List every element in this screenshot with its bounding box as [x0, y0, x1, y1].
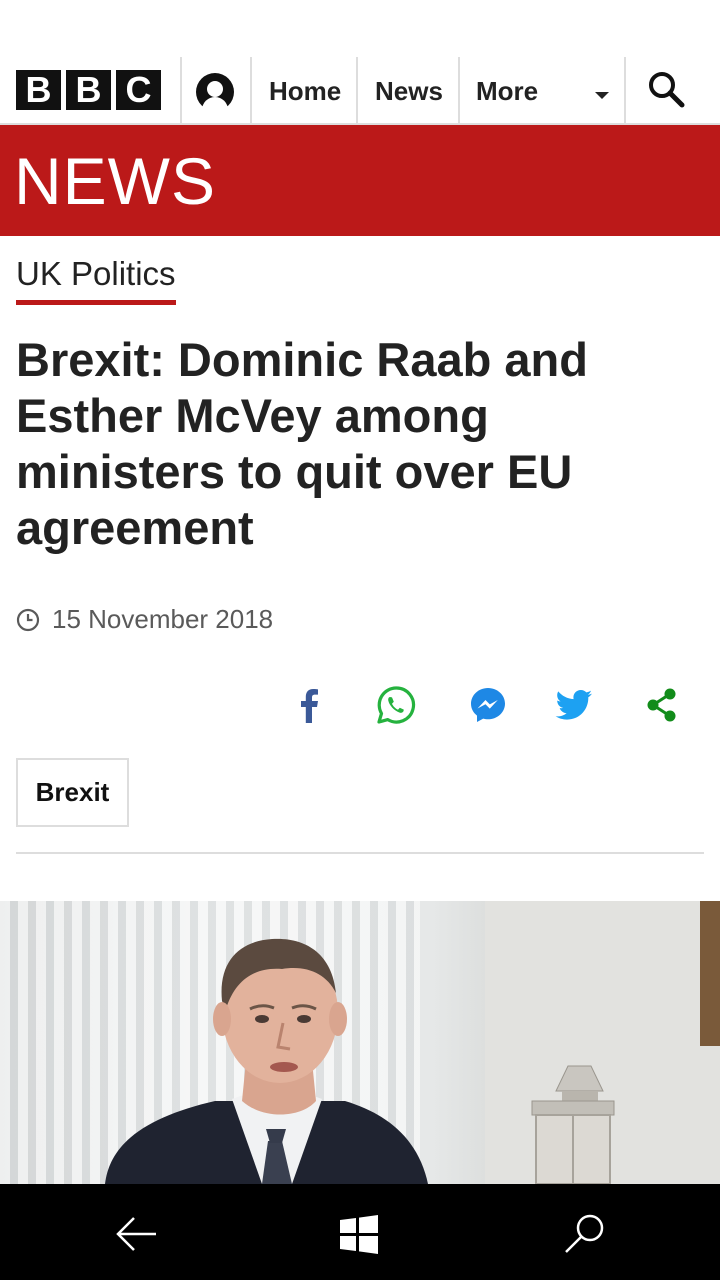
nav-divider	[458, 57, 460, 123]
clock-icon	[16, 608, 40, 631]
nav-news-link[interactable]: News	[375, 57, 443, 123]
nav-divider	[624, 57, 626, 123]
news-banner: NEWS	[0, 125, 720, 236]
article-headline: Brexit: Dominic Raab and Esther McVey am…	[16, 333, 588, 554]
top-navigation: B B C Home News More	[0, 57, 720, 125]
nav-home-link[interactable]: Home	[269, 57, 341, 123]
share-icon[interactable]	[642, 685, 682, 725]
messenger-icon[interactable]	[468, 685, 508, 725]
bbc-logo[interactable]: B B C	[16, 70, 161, 110]
bbc-logo-block: B	[66, 70, 111, 110]
news-banner-title[interactable]: NEWS	[14, 143, 216, 219]
nav-divider	[356, 57, 358, 123]
topic-tag-button[interactable]: Brexit	[16, 758, 129, 827]
search-icon[interactable]	[646, 69, 686, 109]
chevron-down-icon[interactable]	[595, 92, 609, 99]
article-photo	[0, 901, 720, 1184]
article-date: 15 November 2018	[16, 604, 273, 635]
account-icon-head	[207, 81, 223, 97]
nav-divider	[180, 57, 182, 123]
nav-divider	[250, 57, 252, 123]
photo-subject	[105, 938, 615, 1184]
twitter-icon[interactable]	[554, 685, 594, 725]
search-icon[interactable]	[562, 1212, 606, 1256]
section-link[interactable]: UK Politics	[16, 254, 176, 305]
account-icon-body	[202, 97, 228, 111]
account-icon[interactable]	[196, 73, 234, 111]
back-arrow-icon[interactable]	[114, 1212, 158, 1256]
bbc-logo-block: C	[116, 70, 161, 110]
system-navigation-bar	[0, 1184, 720, 1280]
article-date-text: 15 November 2018	[52, 604, 274, 634]
whatsapp-icon[interactable]	[376, 685, 416, 725]
windows-icon[interactable]	[337, 1212, 381, 1256]
facebook-icon[interactable]	[289, 685, 329, 725]
divider	[16, 852, 704, 854]
nav-more-menu[interactable]: More	[476, 57, 538, 123]
bbc-logo-block: B	[16, 70, 61, 110]
